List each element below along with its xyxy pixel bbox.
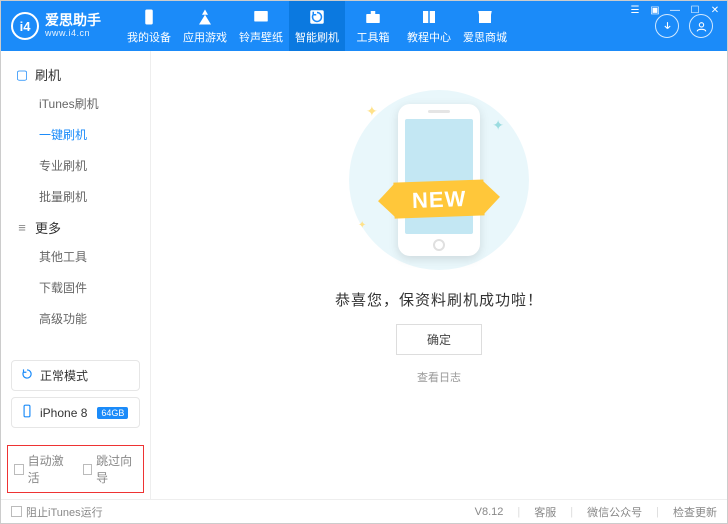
device-info[interactable]: iPhone 8 64GB — [11, 397, 140, 428]
skin-icon[interactable]: ▣ — [649, 4, 661, 16]
nav-flash[interactable]: 智能刷机 — [289, 1, 345, 51]
group-title-label: 刷机 — [35, 65, 61, 84]
download-button[interactable] — [655, 14, 679, 38]
wechat-link[interactable]: 微信公众号 — [587, 504, 642, 520]
nav-label: 铃声壁纸 — [239, 29, 283, 45]
app-title: 爱思助手 — [45, 13, 101, 28]
storage-badge: 64GB — [97, 407, 128, 419]
auto-activate-checkbox[interactable]: 自动激活 — [14, 452, 69, 486]
version-label: V8.12 — [475, 506, 504, 518]
sparkle-icon: ✦ — [366, 103, 378, 120]
sidebar-item-batch[interactable]: 批量刷机 — [1, 181, 150, 212]
nav-apps[interactable]: 应用游戏 — [177, 1, 233, 51]
app-url: www.i4.cn — [45, 29, 101, 39]
top-nav: 我的设备 应用游戏 铃声壁纸 智能刷机 工具箱 教程中心 — [121, 1, 513, 51]
logo: i4 爱思助手 www.i4.cn — [11, 12, 101, 40]
mode-label: 正常模式 — [40, 367, 88, 384]
nav-label: 智能刷机 — [295, 29, 339, 45]
close-icon[interactable]: ✕ — [709, 4, 721, 16]
block-itunes-checkbox[interactable]: 阻止iTunes运行 — [11, 504, 103, 520]
sidebar-item-othertools[interactable]: 其他工具 — [1, 241, 150, 272]
checkbox-label: 阻止iTunes运行 — [26, 504, 103, 520]
phone-icon — [20, 404, 34, 421]
footer: 阻止iTunes运行 V8.12 | 客服 | 微信公众号 | 检查更新 — [1, 499, 727, 523]
user-button[interactable] — [689, 14, 713, 38]
sidebar-item-pro[interactable]: 专业刷机 — [1, 150, 150, 181]
nav-ringtone[interactable]: 铃声壁纸 — [233, 1, 289, 51]
sidebar-item-itunes[interactable]: iTunes刷机 — [1, 88, 150, 119]
flash-options: 自动激活 跳过向导 — [7, 445, 144, 493]
store-icon — [476, 8, 494, 26]
sidebar-group-flash: ▢ 刷机 — [1, 59, 150, 88]
nav-label: 教程中心 — [407, 29, 451, 45]
skip-guide-checkbox[interactable]: 跳过向导 — [83, 452, 138, 486]
apps-icon — [196, 8, 214, 26]
refresh-icon — [308, 8, 326, 26]
nav-tutorial[interactable]: 教程中心 — [401, 1, 457, 51]
sparkle-icon: ✦ — [492, 117, 504, 134]
nav-label: 工具箱 — [357, 29, 390, 45]
nav-device[interactable]: 我的设备 — [121, 1, 177, 51]
image-icon — [252, 8, 270, 26]
success-message: 恭喜您，保资料刷机成功啦！ — [335, 289, 543, 310]
nav-store[interactable]: 爱思商城 — [457, 1, 513, 51]
window-controls: ☰ ▣ — ☐ ✕ — [629, 4, 721, 16]
phone-outline-icon: ▢ — [15, 67, 29, 83]
sidebar-item-advanced[interactable]: 高级功能 — [1, 303, 150, 334]
nav-label: 应用游戏 — [183, 29, 227, 45]
sparkle-icon: ✦ — [358, 220, 366, 231]
header: ☰ ▣ — ☐ ✕ i4 爱思助手 www.i4.cn 我的设备 应用游戏 — [1, 1, 727, 51]
cart-icon[interactable]: ☰ — [629, 4, 641, 16]
sidebar-item-download[interactable]: 下载固件 — [1, 272, 150, 303]
minimize-icon[interactable]: — — [669, 4, 681, 16]
logo-badge: i4 — [11, 12, 39, 40]
device-mode[interactable]: 正常模式 — [11, 360, 140, 391]
check-update-link[interactable]: 检查更新 — [673, 504, 717, 520]
new-ribbon: NEW — [393, 179, 485, 218]
header-icons — [655, 14, 719, 38]
checkbox-label: 跳过向导 — [96, 452, 137, 486]
refresh-icon — [20, 367, 34, 384]
nav-tools[interactable]: 工具箱 — [345, 1, 401, 51]
toolbox-icon — [364, 8, 382, 26]
main-content: ✦ ✦ ✦ NEW 恭喜您，保资料刷机成功啦！ 确定 查看日志 — [151, 51, 727, 499]
ok-button[interactable]: 确定 — [396, 324, 482, 355]
device-name: iPhone 8 — [40, 406, 87, 420]
book-icon — [420, 8, 438, 26]
group-title-label: 更多 — [35, 218, 61, 237]
phone-icon — [140, 8, 158, 26]
sidebar: ▢ 刷机 iTunes刷机 一键刷机 专业刷机 批量刷机 ≡ 更多 其他工具 下… — [1, 51, 151, 499]
success-illustration: ✦ ✦ ✦ NEW — [344, 85, 534, 275]
support-link[interactable]: 客服 — [534, 504, 556, 520]
nav-label: 我的设备 — [127, 29, 171, 45]
sidebar-item-oneclick[interactable]: 一键刷机 — [1, 119, 150, 150]
view-log-link[interactable]: 查看日志 — [417, 369, 461, 385]
maximize-icon[interactable]: ☐ — [689, 4, 701, 16]
menu-icon: ≡ — [15, 220, 29, 235]
nav-label: 爱思商城 — [463, 29, 507, 45]
checkbox-label: 自动激活 — [28, 452, 69, 486]
sidebar-group-more: ≡ 更多 — [1, 212, 150, 241]
